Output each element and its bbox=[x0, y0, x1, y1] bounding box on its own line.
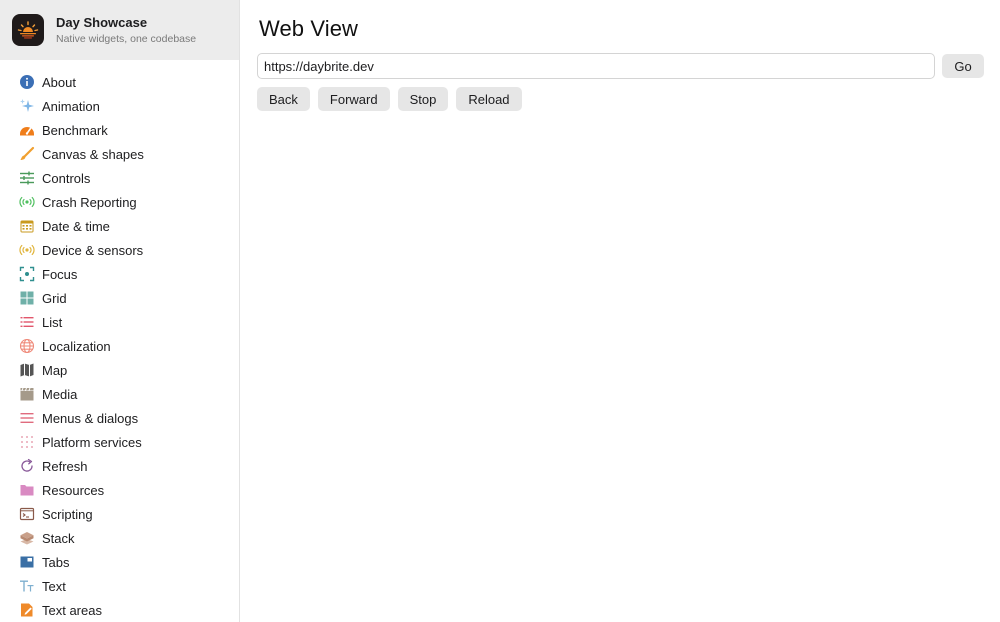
app-title: Day Showcase bbox=[56, 14, 148, 30]
stop-button[interactable]: Stop bbox=[397, 87, 449, 111]
refresh-icon bbox=[19, 458, 35, 474]
speedometer-icon bbox=[19, 122, 35, 138]
sidebar-item-label: Map bbox=[42, 362, 68, 378]
sidebar-item-label: Grid bbox=[42, 290, 67, 306]
sidebar-item-text-areas[interactable]: Text areas bbox=[0, 598, 239, 622]
sidebar-item-label: Platform services bbox=[42, 434, 142, 450]
focus-icon bbox=[19, 266, 35, 282]
sidebar-item-label: Canvas & shapes bbox=[42, 146, 144, 162]
back-button[interactable]: Back bbox=[257, 87, 310, 111]
sidebar-item-label: Refresh bbox=[42, 458, 88, 474]
sidebar-nav: About Animation Benchmark Canvas & shape… bbox=[0, 60, 239, 622]
sidebar-item-label: Localization bbox=[42, 338, 111, 354]
sidebar-item-stack[interactable]: Stack bbox=[0, 526, 239, 550]
sidebar-item-platform-services[interactable]: Platform services bbox=[0, 430, 239, 454]
app-header: Day Showcase Native widgets, one codebas… bbox=[0, 0, 239, 60]
clapperboard-icon bbox=[19, 386, 35, 402]
sidebar-item-menus-dialogs[interactable]: Menus & dialogs bbox=[0, 406, 239, 430]
sidebar-item-about[interactable]: About bbox=[0, 70, 239, 94]
sunrise-icon bbox=[12, 14, 44, 46]
sidebar-item-label: List bbox=[42, 314, 63, 330]
folder-icon bbox=[19, 482, 35, 498]
sidebar-item-label: Benchmark bbox=[42, 122, 108, 138]
url-bar: Go bbox=[257, 53, 984, 79]
sidebar-item-crash-reporting[interactable]: Crash Reporting bbox=[0, 190, 239, 214]
sidebar-item-media[interactable]: Media bbox=[0, 382, 239, 406]
sidebar-item-label: Focus bbox=[42, 266, 78, 282]
sidebar-item-label: Text areas bbox=[42, 602, 102, 618]
sidebar-item-date-time[interactable]: Date & time bbox=[0, 214, 239, 238]
sidebar-item-label: About bbox=[42, 74, 76, 90]
sidebar-item-resources[interactable]: Resources bbox=[0, 478, 239, 502]
forward-button[interactable]: Forward bbox=[317, 87, 390, 111]
sidebar: Day Showcase Native widgets, one codebas… bbox=[0, 0, 240, 622]
url-input[interactable] bbox=[257, 53, 935, 79]
grid-icon bbox=[19, 290, 35, 306]
sidebar-item-localization[interactable]: Localization bbox=[0, 334, 239, 358]
sidebar-item-label: Stack bbox=[42, 530, 75, 546]
sidebar-item-label: Tabs bbox=[42, 554, 70, 570]
sidebar-item-label: Device & sensors bbox=[42, 242, 144, 258]
layers-icon bbox=[19, 530, 35, 546]
tabs-icon bbox=[19, 554, 35, 570]
sidebar-item-scripting[interactable]: Scripting bbox=[0, 502, 239, 526]
page-title: Web View bbox=[259, 16, 359, 41]
info-icon bbox=[19, 74, 35, 90]
sidebar-item-list[interactable]: List bbox=[0, 310, 239, 334]
sparkle-icon bbox=[19, 98, 35, 114]
main-content: Web View Go Back Forward Stop Reload bbox=[240, 0, 1000, 622]
sidebar-item-animation[interactable]: Animation bbox=[0, 94, 239, 118]
sidebar-item-label: Scripting bbox=[42, 506, 93, 522]
sidebar-item-text[interactable]: Text bbox=[0, 574, 239, 598]
sidebar-item-label: Date & time bbox=[42, 218, 110, 234]
brush-icon bbox=[19, 146, 35, 162]
list-icon bbox=[19, 314, 35, 330]
globe-icon bbox=[19, 338, 35, 354]
sidebar-item-label: Controls bbox=[42, 170, 91, 186]
broadcast-icon bbox=[19, 194, 35, 210]
sidebar-item-label: Text bbox=[42, 578, 66, 594]
sidebar-item-controls[interactable]: Controls bbox=[0, 166, 239, 190]
sliders-icon bbox=[19, 170, 35, 186]
sidebar-item-grid[interactable]: Grid bbox=[0, 286, 239, 310]
sidebar-item-refresh[interactable]: Refresh bbox=[0, 454, 239, 478]
sidebar-item-canvas-shapes[interactable]: Canvas & shapes bbox=[0, 142, 239, 166]
dots-grid-icon bbox=[19, 434, 35, 450]
sidebar-item-label: Menus & dialogs bbox=[42, 410, 139, 426]
navigation-buttons: Back Forward Stop Reload bbox=[257, 87, 984, 111]
sidebar-item-label: Media bbox=[42, 386, 78, 402]
text-icon bbox=[19, 578, 35, 594]
sidebar-item-benchmark[interactable]: Benchmark bbox=[0, 118, 239, 142]
app-subtitle: Native widgets, one codebase bbox=[56, 32, 197, 45]
note-pencil-icon bbox=[19, 602, 35, 618]
reload-button[interactable]: Reload bbox=[456, 87, 522, 111]
sidebar-item-map[interactable]: Map bbox=[0, 358, 239, 382]
map-icon bbox=[19, 362, 35, 378]
go-button[interactable]: Go bbox=[942, 54, 984, 78]
sidebar-item-label: Animation bbox=[42, 98, 100, 114]
sidebar-item-focus[interactable]: Focus bbox=[0, 262, 239, 286]
sidebar-item-tabs[interactable]: Tabs bbox=[0, 550, 239, 574]
sensor-icon bbox=[19, 242, 35, 258]
calendar-icon bbox=[19, 218, 35, 234]
menu-icon bbox=[19, 410, 35, 426]
sidebar-item-label: Resources bbox=[42, 482, 105, 498]
web-view-area[interactable] bbox=[257, 111, 984, 591]
terminal-icon bbox=[19, 506, 35, 522]
sidebar-item-device-sensors[interactable]: Device & sensors bbox=[0, 238, 239, 262]
sidebar-item-label: Crash Reporting bbox=[42, 194, 137, 210]
